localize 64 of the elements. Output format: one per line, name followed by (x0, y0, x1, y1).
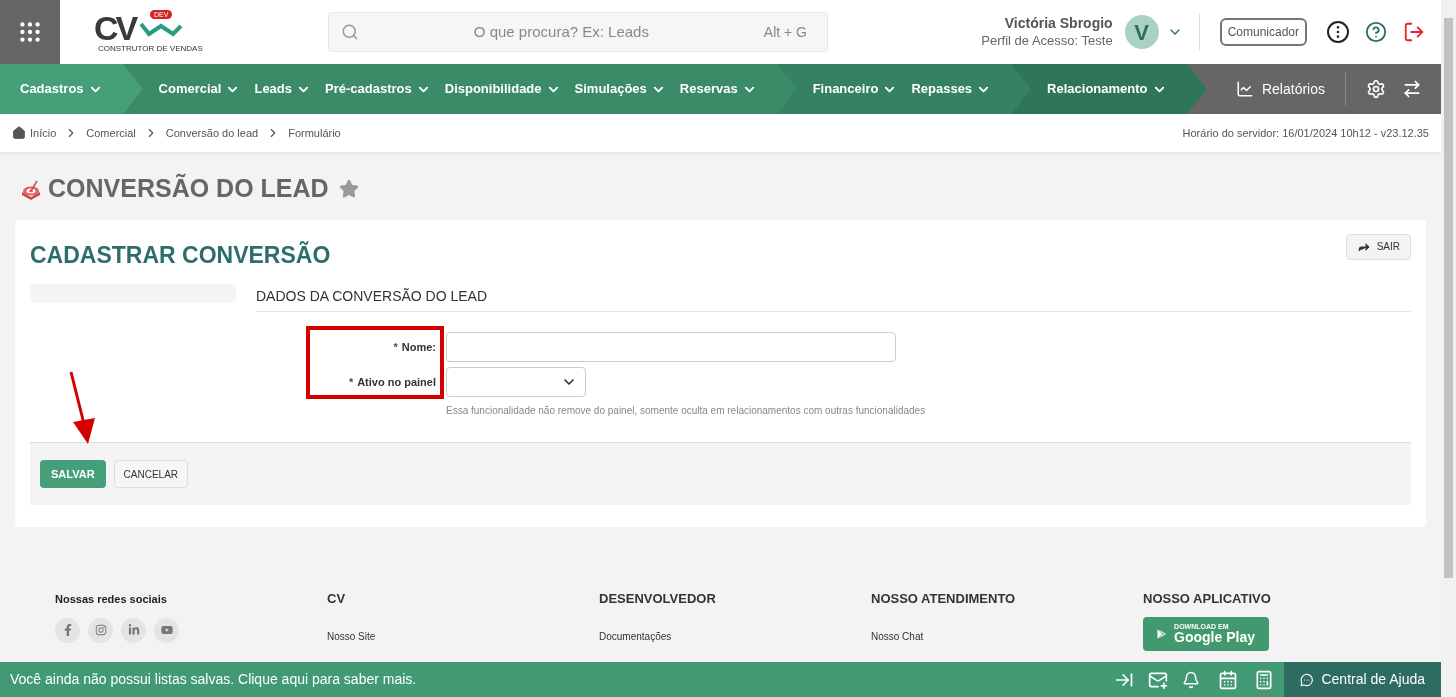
calculator-icon[interactable] (1254, 669, 1274, 690)
footer-heading: Nossas redes sociais (55, 592, 168, 607)
reports-button[interactable]: Relatórios (1235, 64, 1345, 114)
instagram-icon[interactable] (88, 617, 113, 643)
swap-icon[interactable] (1402, 79, 1422, 99)
footer-link[interactable]: Documentações (599, 628, 871, 644)
notifications-icon[interactable] (1182, 670, 1200, 689)
menu-item[interactable]: Comercial (158, 79, 241, 99)
menu-item[interactable]: Pré-cadastros (325, 79, 431, 99)
menu-item[interactable]: Financeiro (812, 79, 898, 99)
menu-item[interactable]: Repasses (911, 79, 992, 99)
menu-item[interactable]: Simulações (574, 79, 666, 99)
exit-button[interactable]: SAIR (1345, 233, 1411, 260)
footer-heading: CV (327, 590, 347, 608)
youtube-icon[interactable] (154, 617, 179, 643)
store-name: Google Play (1174, 630, 1255, 644)
help-icon[interactable] (1365, 21, 1387, 43)
user-profile: Perfil de Acesso: Teste (981, 32, 1113, 49)
user-name: Victória Sbrogio (1004, 15, 1113, 33)
breadcrumb-link[interactable]: Conversão do lead (165, 124, 259, 142)
help-center-button[interactable]: Central de Ajuda (1284, 662, 1441, 697)
favorite-star-icon[interactable] (338, 178, 359, 199)
breadcrumb-link[interactable]: Comercial (86, 124, 136, 142)
line-chart-icon (1235, 80, 1254, 98)
save-button[interactable]: SALVAR (40, 460, 106, 488)
scrollbar-thumb[interactable] (1444, 18, 1453, 578)
search-field[interactable]: O que procura? Ex: Leads Alt + G (328, 12, 828, 52)
linkedin-icon[interactable] (121, 617, 146, 643)
cancel-button[interactable]: CANCELAR (113, 460, 189, 488)
facebook-icon[interactable] (55, 617, 80, 643)
field-label: * Ativo no painel (347, 374, 436, 390)
name-input[interactable] (446, 332, 896, 362)
home-icon (12, 126, 26, 140)
shortcut-hint: Alt + G (763, 22, 807, 42)
server-time: Horário do servidor: 16/01/2024 10h12 - v23.12.35 (1182, 125, 1429, 141)
settings-icon[interactable] (1366, 79, 1386, 99)
communicator-button[interactable]: Comunicador (1219, 18, 1307, 46)
menu-item[interactable]: Disponibilidade (444, 79, 561, 99)
field-label: * Nome: (392, 339, 436, 355)
saved-lists-message[interactable]: Você ainda não possui listas salvas. Clique aqui para saber mais. (10, 669, 417, 690)
user-avatar[interactable]: V (1124, 15, 1159, 49)
field-hint: Essa funcionalidade não remove do painel, somente oculta em relacionamentos com outras funcionalidades (446, 404, 927, 418)
breadcrumb-link[interactable]: Formulário (288, 124, 341, 142)
footer-heading: NOSSO ATENDIMENTO (871, 590, 1017, 608)
section-title: DADOS DA CONVERSÃO DO LEAD (256, 284, 1411, 312)
menu-item[interactable]: Relacionamento (1047, 79, 1167, 99)
form-title: CADASTRAR CONVERSÃO (30, 240, 331, 270)
search-input[interactable]: O que procura? Ex: Leads (359, 20, 764, 44)
search-icon (341, 23, 359, 41)
footer-heading: NOSSO APLICATIVO (1143, 590, 1272, 608)
apps-menu-button[interactable] (0, 0, 60, 64)
breadcrumb-link[interactable]: Início (30, 124, 57, 142)
footer-heading: DESENVOLVEDOR (599, 590, 717, 608)
logout-icon[interactable] (1403, 21, 1425, 43)
menu-item[interactable]: Cadastros (20, 79, 103, 99)
footer-link[interactable]: Nosso Site (327, 628, 599, 644)
calendar-icon[interactable] (1218, 669, 1238, 690)
select-field[interactable] (446, 367, 586, 397)
menu-item[interactable]: Reservas (679, 79, 757, 99)
menu-item[interactable]: Leads (254, 79, 312, 99)
apps-grid-icon (17, 19, 43, 45)
page-title: CONVERSÃO DO LEAD (48, 172, 329, 204)
footer-link[interactable]: Nosso Chat (871, 628, 1143, 644)
more-options-icon[interactable] (1327, 21, 1349, 43)
